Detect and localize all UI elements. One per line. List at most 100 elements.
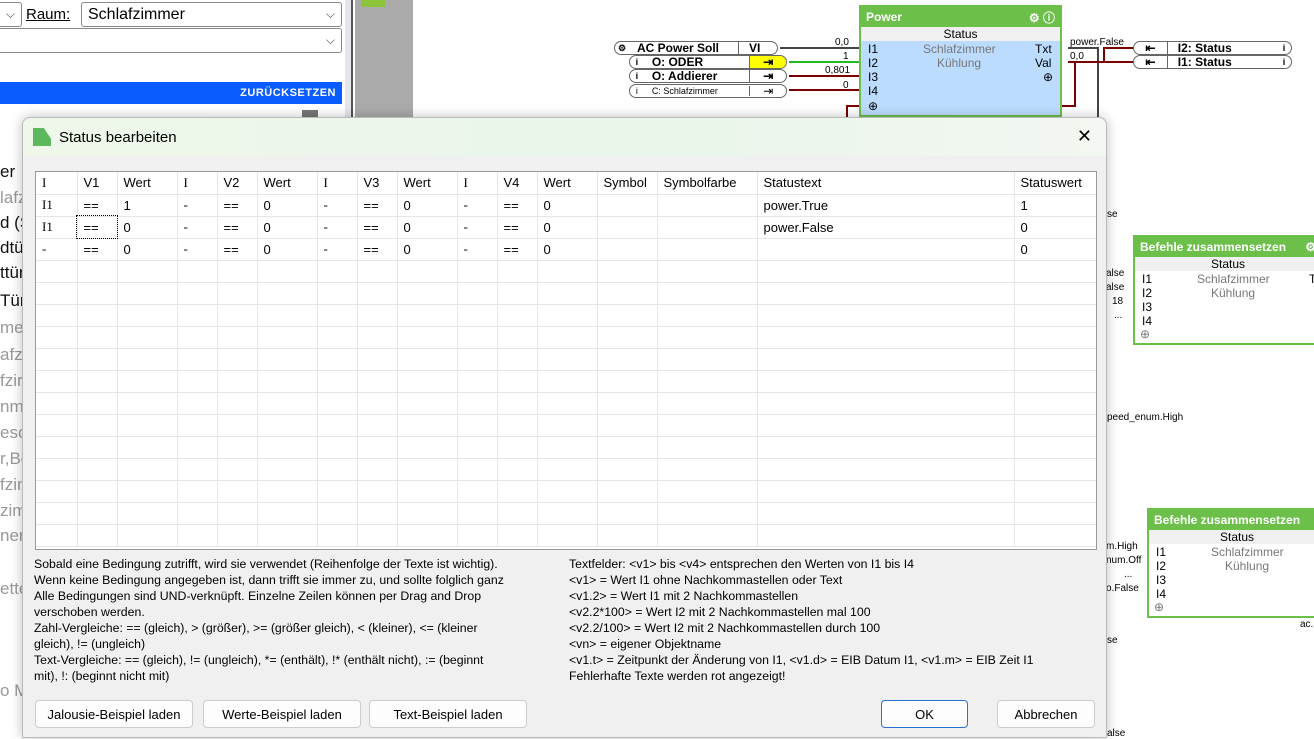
table-cell[interactable]: [497, 414, 538, 437]
close-icon[interactable]: ✕: [1077, 126, 1092, 147]
table-cell[interactable]: [36, 282, 78, 305]
table-cell[interactable]: [1014, 260, 1096, 283]
table-cell[interactable]: ==: [77, 194, 118, 217]
raum-select[interactable]: Schlafzimmer ⌵: [81, 2, 342, 27]
table-cell[interactable]: [77, 524, 118, 547]
panel-splitter[interactable]: [345, 0, 353, 117]
table-cell[interactable]: [757, 348, 1015, 371]
table-cell[interactable]: [77, 502, 118, 525]
table-cell[interactable]: 0: [397, 216, 458, 239]
table-cell[interactable]: [397, 458, 458, 481]
table-cell[interactable]: [457, 458, 498, 481]
table-row[interactable]: - == 0- == 0- == 0- == 0 0: [36, 238, 1096, 261]
table-cell[interactable]: [497, 436, 538, 459]
table-cell[interactable]: [457, 260, 498, 283]
table-cell[interactable]: 0: [257, 238, 318, 261]
table-cell[interactable]: ==: [76, 215, 118, 239]
table-cell[interactable]: [757, 238, 1015, 261]
table-cell[interactable]: [177, 480, 218, 503]
table-cell[interactable]: [597, 260, 658, 283]
table-cell[interactable]: [317, 502, 358, 525]
table-cell[interactable]: [357, 502, 398, 525]
table-cell[interactable]: 0: [537, 238, 598, 261]
table-cell[interactable]: [36, 502, 78, 525]
table-cell[interactable]: -: [317, 194, 358, 217]
table-cell[interactable]: [597, 392, 658, 415]
table-cell[interactable]: [177, 414, 218, 437]
table-cell[interactable]: [397, 304, 458, 327]
table-cell[interactable]: [537, 304, 598, 327]
table-cell[interactable]: [217, 414, 258, 437]
table-cell[interactable]: ==: [217, 216, 258, 239]
table-cell[interactable]: [537, 524, 598, 547]
table-row[interactable]: [36, 370, 1096, 393]
table-cell[interactable]: [497, 480, 538, 503]
table-cell[interactable]: [657, 502, 758, 525]
table-cell[interactable]: [317, 260, 358, 283]
table-cell[interactable]: 0: [117, 238, 178, 261]
table-cell[interactable]: [457, 524, 498, 547]
table-cell[interactable]: [317, 414, 358, 437]
table-cell[interactable]: [497, 392, 538, 415]
status-table[interactable]: I V1 Wert I V2 Wert I V3 Wert I V4 Wert Symbol Symbol…: [35, 171, 1097, 550]
column-header[interactable]: I: [36, 172, 78, 195]
table-cell[interactable]: [537, 480, 598, 503]
table-cell[interactable]: [497, 260, 538, 283]
column-header[interactable]: V2: [217, 172, 258, 195]
table-cell[interactable]: [177, 502, 218, 525]
table-cell[interactable]: [757, 304, 1015, 327]
table-cell[interactable]: 1: [1014, 194, 1096, 217]
befehle-node-2[interactable]: Befehle zusammensetzen Status I1 I2 I3 I…: [1147, 508, 1314, 618]
table-cell[interactable]: [597, 458, 658, 481]
table-cell[interactable]: [597, 524, 658, 547]
table-cell[interactable]: [537, 282, 598, 305]
table-cell[interactable]: [457, 502, 498, 525]
table-cell[interactable]: [497, 348, 538, 371]
table-cell[interactable]: [77, 304, 118, 327]
table-cell[interactable]: [497, 282, 538, 305]
table-cell[interactable]: [77, 260, 118, 283]
table-cell[interactable]: [117, 458, 178, 481]
table-cell[interactable]: [457, 414, 498, 437]
table-cell[interactable]: [357, 282, 398, 305]
table-cell[interactable]: [257, 370, 318, 393]
table-cell[interactable]: [497, 502, 538, 525]
table-cell[interactable]: [457, 480, 498, 503]
table-cell[interactable]: [217, 304, 258, 327]
table-cell[interactable]: [257, 260, 318, 283]
table-cell[interactable]: -: [317, 238, 358, 261]
cancel-button[interactable]: Abbrechen: [997, 700, 1095, 728]
table-cell[interactable]: [117, 260, 178, 283]
table-cell[interactable]: [177, 392, 218, 415]
column-header[interactable]: I: [177, 172, 218, 195]
table-cell[interactable]: [757, 326, 1015, 349]
table-cell[interactable]: [36, 326, 78, 349]
table-cell[interactable]: [77, 436, 118, 459]
table-cell[interactable]: [317, 458, 358, 481]
table-cell[interactable]: [457, 282, 498, 305]
table-cell[interactable]: [757, 524, 1015, 547]
table-cell[interactable]: [357, 458, 398, 481]
column-header[interactable]: Wert: [117, 172, 178, 195]
table-cell[interactable]: [257, 480, 318, 503]
table-cell[interactable]: [36, 458, 78, 481]
table-cell[interactable]: [597, 370, 658, 393]
source-schlafzimmer[interactable]: i C: Schlafzimmer ⇥: [629, 84, 787, 98]
table-cell[interactable]: [397, 480, 458, 503]
table-cell[interactable]: [77, 370, 118, 393]
table-cell[interactable]: [457, 392, 498, 415]
table-cell[interactable]: [757, 436, 1015, 459]
table-cell[interactable]: [1014, 304, 1096, 327]
table-cell[interactable]: [36, 260, 78, 283]
table-cell[interactable]: [457, 436, 498, 459]
column-header[interactable]: Wert: [537, 172, 598, 195]
table-cell[interactable]: [117, 282, 178, 305]
table-cell[interactable]: [177, 370, 218, 393]
table-cell[interactable]: [177, 436, 218, 459]
table-cell[interactable]: [657, 304, 758, 327]
table-cell[interactable]: [397, 326, 458, 349]
table-row[interactable]: [36, 348, 1096, 371]
table-cell[interactable]: [257, 304, 318, 327]
table-cell[interactable]: [657, 480, 758, 503]
table-cell[interactable]: [657, 370, 758, 393]
